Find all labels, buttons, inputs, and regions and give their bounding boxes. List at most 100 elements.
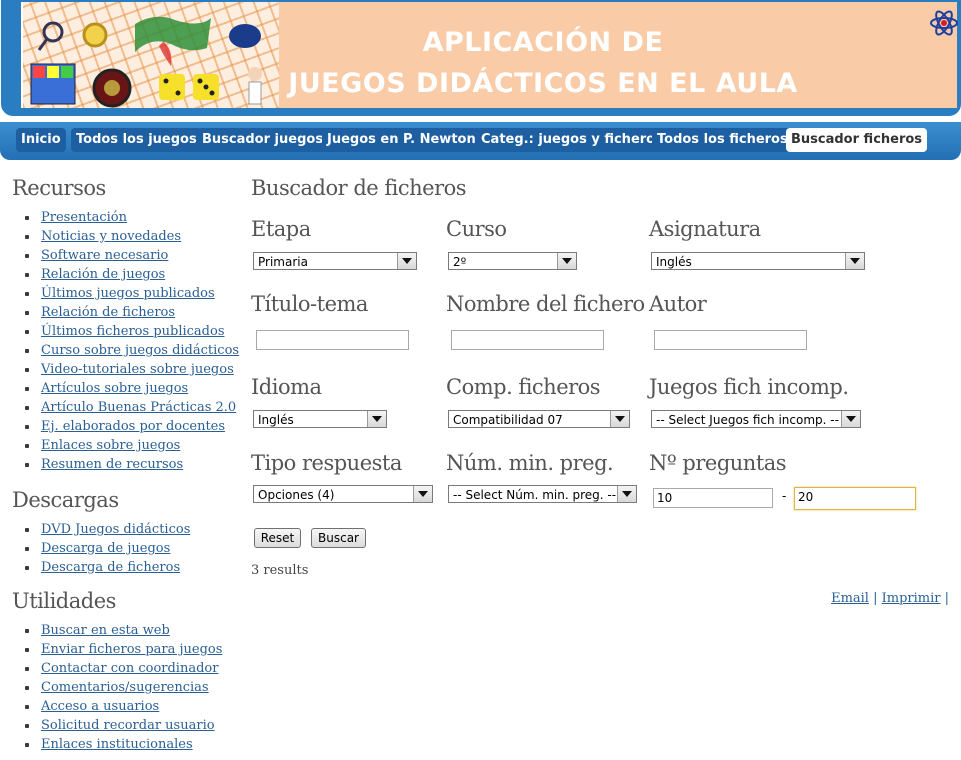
list-item: DVD Juegos didácticos	[25, 520, 242, 539]
chevron-down-icon	[610, 411, 629, 427]
figure-icon	[248, 67, 262, 81]
email-link[interactable]: Email	[831, 591, 869, 606]
atom-icon	[930, 10, 958, 36]
asignatura-select-value: Inglés	[656, 255, 692, 269]
npreg-to-input[interactable]: 20	[794, 487, 916, 510]
world-map-icon	[135, 16, 211, 52]
sidebar-link[interactable]: Relación de ficheros	[41, 305, 175, 320]
chevron-down-icon	[845, 253, 864, 269]
sidebar-link[interactable]: Últimos ficheros publicados	[41, 324, 225, 339]
list-item: Artículos sobre juegos	[25, 379, 242, 398]
sidebar-link[interactable]: Buscar en esta web	[41, 623, 170, 638]
idioma-select[interactable]: Inglés	[253, 410, 387, 428]
chevron-down-icon	[617, 486, 636, 502]
banner-title: APLICACIÓN DE JUEGOS DIDÁCTICOS EN EL AU…	[279, 22, 807, 104]
banner-image	[23, 2, 281, 108]
autor-input[interactable]	[654, 330, 807, 350]
chevron-down-icon	[367, 411, 386, 427]
list-item: Últimos juegos publicados	[25, 284, 242, 303]
globe-icon	[229, 24, 261, 48]
sidebar-link[interactable]: Últimos juegos publicados	[41, 286, 215, 301]
magnifier-icon	[42, 21, 64, 43]
list-item: Artículo Buenas Prácticas 2.0	[25, 398, 242, 417]
imprimir-link[interactable]: Imprimir	[882, 591, 941, 606]
sidebar-link[interactable]: DVD Juegos didácticos	[41, 522, 190, 537]
list-item: Comentarios/sugerencias	[25, 678, 242, 697]
list-item: Descarga de juegos	[25, 539, 242, 558]
sidebar-heading-recursos: Recursos	[12, 176, 106, 200]
incomp-select[interactable]: -- Select Juegos fich incomp. --	[651, 410, 861, 428]
label-nombre: Nombre del fichero	[446, 292, 645, 316]
results-count: 3 results	[251, 563, 309, 578]
sidebar-link[interactable]: Enlaces sobre juegos	[41, 438, 180, 453]
label-etapa: Etapa	[251, 217, 311, 241]
etapa-select[interactable]: Primaria	[253, 252, 417, 270]
header: APLICACIÓN DE JUEGOS DIDÁCTICOS EN EL AU…	[1, 0, 961, 116]
list-item: Contactar con coordinador	[25, 659, 242, 678]
sidebar-link[interactable]: Contactar con coordinador	[41, 661, 218, 676]
comp-select[interactable]: Compatibilidad 07	[448, 410, 630, 428]
list-item: Buscar en esta web	[25, 621, 242, 640]
asignatura-select[interactable]: Inglés	[651, 252, 865, 270]
curso-select-value: 2º	[453, 255, 467, 269]
nav-inicio[interactable]: Inicio	[16, 128, 66, 152]
nombre-input[interactable]	[451, 330, 604, 350]
label-curso: Curso	[446, 217, 507, 241]
banner: APLICACIÓN DE JUEGOS DIDÁCTICOS EN EL AU…	[21, 2, 958, 108]
main-nav: Inicio Todos los juegos Buscador juegos …	[0, 122, 961, 160]
sidebar: Recursos Presentación Noticias y novedad…	[12, 176, 242, 754]
banner-illustration	[30, 16, 262, 108]
list-item: Solicitud recordar usuario	[25, 716, 242, 735]
chevron-down-icon	[557, 253, 576, 269]
curso-select[interactable]: 2º	[448, 252, 577, 270]
page-title: Buscador de ficheros	[251, 176, 467, 200]
sidebar-link[interactable]: Noticias y novedades	[41, 229, 181, 244]
sidebar-link[interactable]: Resumen de recursos	[41, 457, 183, 472]
nav-categorias[interactable]: Categ.: juegos y ficheros	[476, 128, 668, 152]
sidebar-link[interactable]: Descarga de juegos	[41, 541, 170, 556]
titulo-input[interactable]	[256, 330, 409, 350]
label-npreg: Nº preguntas	[649, 451, 787, 475]
sidebar-heading-descargas: Descargas	[12, 488, 119, 512]
nav-todos-juegos[interactable]: Todos los juegos	[71, 128, 202, 152]
tipo-select[interactable]: Opciones (4)	[253, 485, 433, 503]
label-titulo: Título-tema	[251, 292, 368, 316]
sidebar-link[interactable]: Solicitud recordar usuario	[41, 718, 215, 733]
sidebar-link[interactable]: Ej. elaborados por docentes	[41, 419, 225, 434]
sidebar-link[interactable]: Artículo Buenas Prácticas 2.0	[41, 400, 236, 415]
dice-icon	[159, 74, 185, 100]
list-item: Relación de ficheros	[25, 303, 242, 322]
nav-juegos-newton[interactable]: Juegos en P. Newton	[322, 128, 481, 152]
sidebar-link[interactable]: Relación de juegos	[41, 267, 165, 282]
minpreg-select[interactable]: -- Select Núm. min. preg. --	[448, 485, 637, 503]
label-autor: Autor	[649, 292, 707, 316]
nav-buscador-ficheros[interactable]: Buscador ficheros	[786, 128, 928, 152]
list-item: Enviar ficheros para juegos	[25, 640, 242, 659]
incomp-select-value: -- Select Juegos fich incomp. --	[656, 413, 839, 427]
sidebar-link[interactable]: Descarga de ficheros	[41, 560, 180, 575]
list-item: Descarga de ficheros	[25, 558, 242, 577]
nav-todos-ficheros[interactable]: Todos los ficheros	[652, 128, 793, 152]
sidebar-link[interactable]: Enviar ficheros para juegos	[41, 642, 222, 657]
list-item: Ej. elaborados por docentes	[25, 417, 242, 436]
link-separator: |	[940, 591, 949, 606]
utilidades-list: Buscar en esta web Enviar ficheros para …	[12, 621, 242, 754]
comp-select-value: Compatibilidad 07	[453, 413, 563, 427]
sidebar-heading-utilidades: Utilidades	[12, 589, 116, 613]
nav-buscador-juegos[interactable]: Buscador juegos	[197, 128, 329, 152]
chevron-down-icon	[413, 486, 432, 502]
banner-title-line1: APLICACIÓN DE	[422, 27, 664, 58]
sidebar-link[interactable]: Presentación	[41, 210, 127, 225]
buscar-button[interactable]: Buscar	[311, 528, 366, 548]
sidebar-link[interactable]: Video-tutoriales sobre juegos	[41, 362, 234, 377]
label-incomp: Juegos fich incomp.	[649, 375, 849, 399]
sidebar-link[interactable]: Artículos sobre juegos	[41, 381, 188, 396]
reset-button[interactable]: Reset	[254, 528, 301, 548]
sidebar-link[interactable]: Comentarios/sugerencias	[41, 680, 209, 695]
sidebar-link[interactable]: Enlaces institucionales	[41, 737, 193, 752]
sidebar-link[interactable]: Software necesario	[41, 248, 168, 263]
descargas-list: DVD Juegos didácticos Descarga de juegos…	[12, 520, 242, 577]
npreg-from-input[interactable]: 10	[653, 488, 773, 508]
sidebar-link[interactable]: Curso sobre juegos didácticos	[41, 343, 239, 358]
sidebar-link[interactable]: Acceso a usuarios	[41, 699, 159, 714]
